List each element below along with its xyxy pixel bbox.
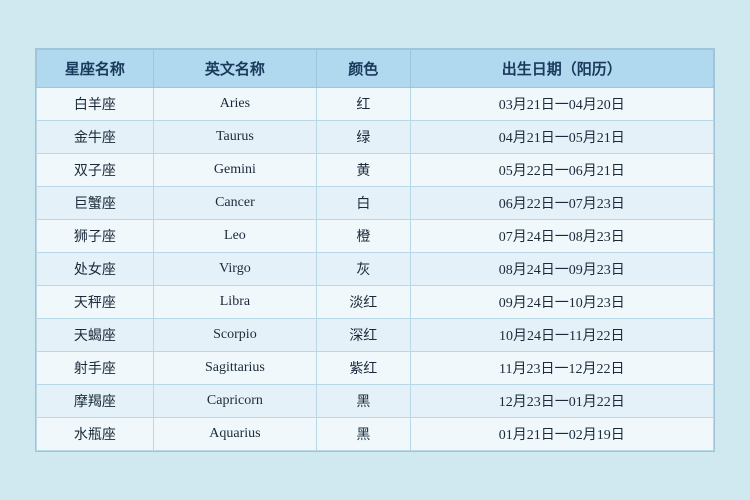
table-row: 天蝎座Scorpio深红10月24日一11月22日 [37,319,714,352]
cell-color: 淡红 [317,286,410,319]
table-row: 水瓶座Aquarius黑01月21日一02月19日 [37,418,714,451]
cell-color: 白 [317,187,410,220]
cell-english: Aquarius [153,418,316,451]
zodiac-table-container: 星座名称 英文名称 颜色 出生日期（阳历） 白羊座Aries红03月21日一04… [35,48,715,452]
cell-chinese: 狮子座 [37,220,154,253]
cell-english: Libra [153,286,316,319]
cell-date: 01月21日一02月19日 [410,418,714,451]
cell-english: Aries [153,88,316,121]
table-row: 金牛座Taurus绿04月21日一05月21日 [37,121,714,154]
cell-date: 08月24日一09月23日 [410,253,714,286]
cell-color: 紫红 [317,352,410,385]
cell-date: 06月22日一07月23日 [410,187,714,220]
cell-color: 黄 [317,154,410,187]
cell-chinese: 巨蟹座 [37,187,154,220]
cell-date: 03月21日一04月20日 [410,88,714,121]
table-row: 狮子座Leo橙07月24日一08月23日 [37,220,714,253]
cell-chinese: 金牛座 [37,121,154,154]
zodiac-table: 星座名称 英文名称 颜色 出生日期（阳历） 白羊座Aries红03月21日一04… [36,49,714,451]
cell-color: 深红 [317,319,410,352]
cell-chinese: 水瓶座 [37,418,154,451]
header-chinese: 星座名称 [37,50,154,88]
cell-chinese: 射手座 [37,352,154,385]
table-row: 摩羯座Capricorn黑12月23日一01月22日 [37,385,714,418]
cell-date: 11月23日一12月22日 [410,352,714,385]
cell-english: Taurus [153,121,316,154]
cell-chinese: 天秤座 [37,286,154,319]
header-english: 英文名称 [153,50,316,88]
table-row: 射手座Sagittarius紫红11月23日一12月22日 [37,352,714,385]
cell-chinese: 摩羯座 [37,385,154,418]
cell-date: 04月21日一05月21日 [410,121,714,154]
table-header-row: 星座名称 英文名称 颜色 出生日期（阳历） [37,50,714,88]
cell-date: 05月22日一06月21日 [410,154,714,187]
cell-english: Virgo [153,253,316,286]
table-row: 双子座Gemini黄05月22日一06月21日 [37,154,714,187]
cell-english: Cancer [153,187,316,220]
cell-color: 红 [317,88,410,121]
cell-color: 橙 [317,220,410,253]
cell-color: 黑 [317,418,410,451]
cell-english: Gemini [153,154,316,187]
cell-date: 09月24日一10月23日 [410,286,714,319]
table-row: 白羊座Aries红03月21日一04月20日 [37,88,714,121]
cell-english: Leo [153,220,316,253]
cell-english: Capricorn [153,385,316,418]
cell-date: 12月23日一01月22日 [410,385,714,418]
cell-chinese: 白羊座 [37,88,154,121]
table-body: 白羊座Aries红03月21日一04月20日金牛座Taurus绿04月21日一0… [37,88,714,451]
cell-color: 灰 [317,253,410,286]
header-color: 颜色 [317,50,410,88]
cell-date: 10月24日一11月22日 [410,319,714,352]
cell-chinese: 处女座 [37,253,154,286]
cell-date: 07月24日一08月23日 [410,220,714,253]
table-row: 巨蟹座Cancer白06月22日一07月23日 [37,187,714,220]
cell-english: Sagittarius [153,352,316,385]
header-date: 出生日期（阳历） [410,50,714,88]
cell-color: 绿 [317,121,410,154]
cell-chinese: 双子座 [37,154,154,187]
cell-english: Scorpio [153,319,316,352]
cell-color: 黑 [317,385,410,418]
table-row: 天秤座Libra淡红09月24日一10月23日 [37,286,714,319]
cell-chinese: 天蝎座 [37,319,154,352]
table-row: 处女座Virgo灰08月24日一09月23日 [37,253,714,286]
